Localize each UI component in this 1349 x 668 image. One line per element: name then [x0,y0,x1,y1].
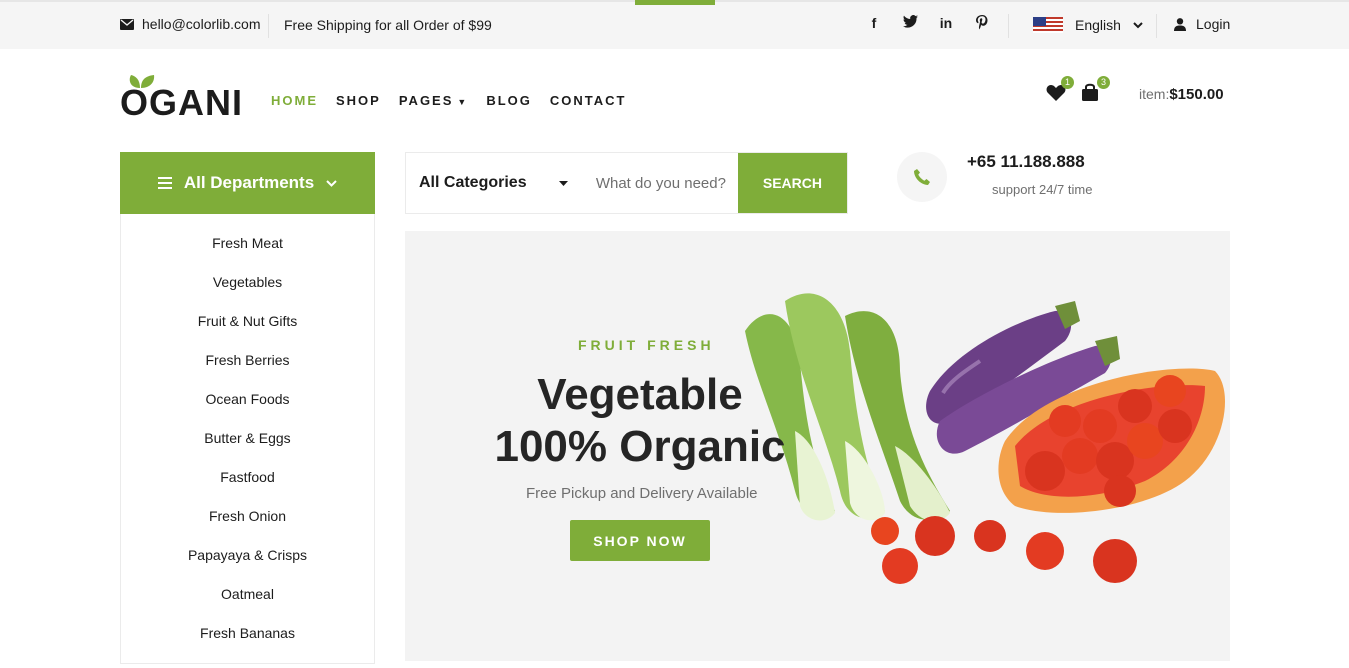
nav-pages[interactable]: PAGES ▼ [399,93,468,108]
header-actions: 1 3 [1046,76,1118,101]
hero-subtitle: Free Pickup and Delivery Available [526,485,758,502]
hamburger-menu-icon [157,177,172,189]
department-item[interactable]: Fresh Berries [121,341,374,380]
wishlist-count-badge: 1 [1061,76,1074,89]
email-contact[interactable]: hello@colorlib.com [120,16,260,32]
nav-blog[interactable]: BLOG [486,93,532,108]
department-item[interactable]: Vegetables [121,263,374,302]
category-label: All Categories [419,174,527,191]
main-nav: HOME SHOP PAGES ▼ BLOG CONTACT [271,93,626,108]
site-logo[interactable]: OGANI [120,75,242,123]
departments-title: All Departments [183,173,315,192]
phone-number[interactable]: +65 11.188.888 [967,152,1085,172]
hero-title-line2: 100% Organic [494,422,786,471]
login-link[interactable]: Login [1174,16,1230,32]
social-links: f in [864,15,992,33]
department-item[interactable]: Oatmeal [121,575,374,614]
language-selector[interactable]: English [1033,17,1143,33]
linkedin-icon[interactable]: in [936,15,956,33]
department-item[interactable]: Butter & Eggs [121,419,374,458]
logo-text: OGANI [120,82,244,123]
phone-icon [914,169,930,185]
nav-pages-label: PAGES [398,93,454,108]
shopping-bag-icon [1082,83,1098,101]
all-departments-toggle[interactable]: All Departments [120,152,375,214]
search-bar: All Categories SEARCH [405,152,848,214]
category-select[interactable]: All Categories [406,153,582,213]
shipping-notice: Free Shipping for all Order of $99 [284,17,492,33]
email-text: hello@colorlib.com [142,16,261,32]
shop-now-button[interactable]: SHOP NOW [570,520,710,561]
divider [1008,14,1009,38]
department-item[interactable]: Fresh Onion [121,497,374,536]
department-item[interactable]: Ocean Foods [121,380,374,419]
item-total-value: $150.00 [1169,86,1224,103]
department-item[interactable]: Fresh Meat [121,224,374,263]
department-item[interactable]: Fresh Bananas [121,614,374,653]
departments-list: Fresh Meat Vegetables Fruit & Nut Gifts … [120,214,375,664]
divider [268,14,269,38]
facebook-icon[interactable]: f [864,15,884,33]
item-label: item: [1139,86,1170,102]
search-input[interactable] [581,153,738,213]
department-item[interactable]: Fruit & Nut Gifts [121,302,374,341]
cart-count-badge: 3 [1097,76,1110,89]
nav-home[interactable]: HOME [271,93,318,108]
user-icon [1174,17,1186,31]
hero-title: Vegetable 100% Organic [480,369,800,473]
twitter-icon[interactable] [900,15,920,33]
top-accent-bar [635,0,715,5]
caret-down-icon [558,180,568,186]
caret-down-icon: ▼ [457,96,469,107]
hero-title-line1: Vegetable [537,370,743,419]
divider [1156,14,1157,38]
department-item[interactable]: Papayaya & Crisps [121,536,374,575]
cart-total: item:$150.00 [1139,86,1224,103]
language-label: English [1075,17,1121,33]
login-label: Login [1196,16,1231,32]
hero-kicker: FRUIT FRESH [578,337,715,353]
wishlist-button[interactable]: 1 [1046,76,1074,101]
pinterest-icon[interactable] [972,15,992,33]
chevron-down-icon [1133,21,1143,28]
top-bar: hello@colorlib.com Free Shipping for all… [0,0,1349,49]
phone-icon-circle [897,152,947,202]
nav-shop[interactable]: SHOP [336,93,381,108]
us-flag-icon [1033,17,1063,33]
support-hours: support 24/7 time [992,182,1093,197]
vegetables-image [745,293,1225,584]
chevron-down-icon [326,179,337,187]
envelope-icon [120,18,134,30]
nav-contact[interactable]: CONTACT [550,93,627,108]
search-button[interactable]: SEARCH [737,153,847,213]
department-item[interactable]: Fastfood [121,458,374,497]
cart-button[interactable]: 3 [1082,76,1110,101]
hero-banner: FRUIT FRESH Vegetable 100% Organic Free … [405,231,1230,661]
